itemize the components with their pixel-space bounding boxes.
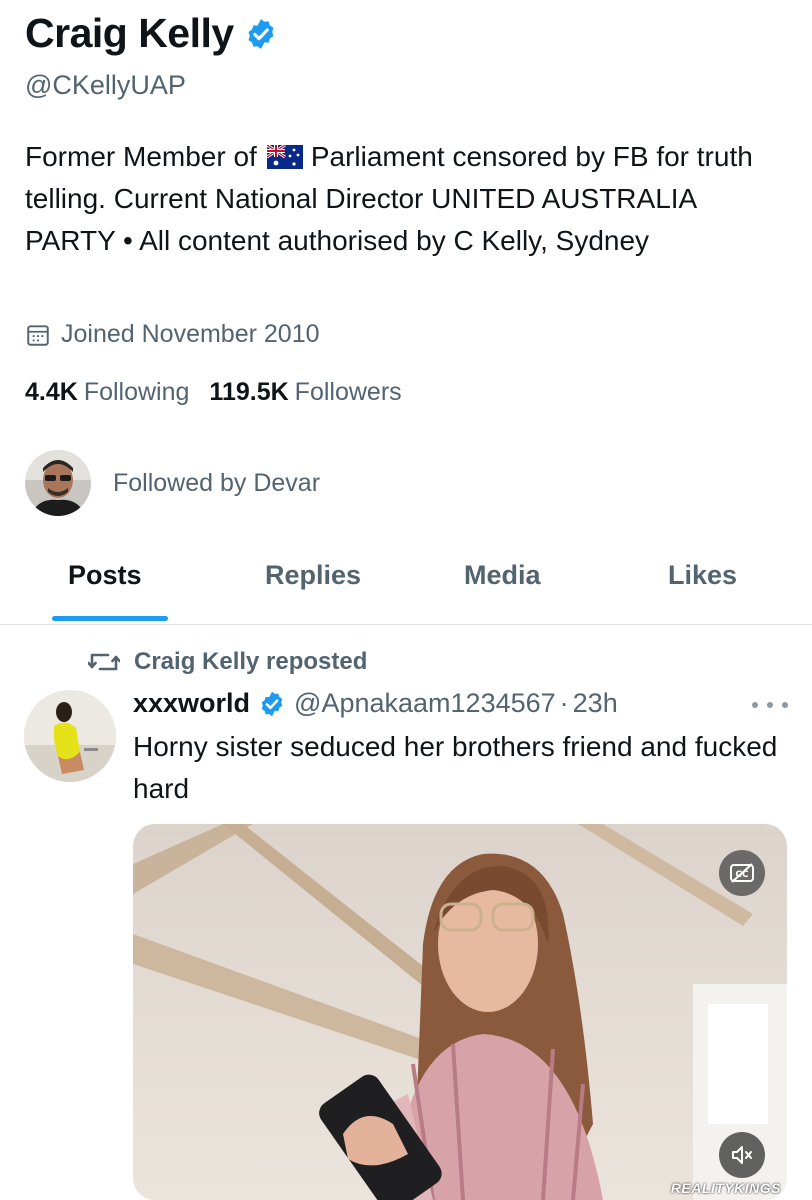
australia-flag-icon bbox=[266, 145, 303, 169]
video-watermark: REALITYKINGS bbox=[670, 1180, 781, 1196]
video-frame bbox=[133, 824, 787, 1200]
post-header: xxxworld @Apnakaam1234567 · 23h bbox=[133, 688, 618, 719]
active-tab-indicator bbox=[52, 616, 168, 621]
verified-badge-icon[interactable] bbox=[258, 690, 286, 718]
profile-display-name: Craig Kelly bbox=[25, 10, 234, 56]
repost-label: Craig Kelly reposted bbox=[134, 648, 368, 675]
verified-badge-icon[interactable] bbox=[244, 17, 278, 51]
repost-icon bbox=[88, 653, 120, 671]
bio-text-start: Former Member of bbox=[25, 141, 257, 172]
closed-captions-off-icon[interactable]: CC bbox=[719, 850, 765, 896]
followers-link[interactable]: 119.5K Followers bbox=[209, 378, 401, 407]
tab-likes[interactable]: Likes bbox=[668, 560, 737, 591]
post-meta-separator: · bbox=[559, 688, 569, 718]
profile-handle: @CKellyUAP bbox=[25, 70, 186, 100]
follower-avatar[interactable] bbox=[25, 450, 91, 516]
post-video[interactable]: CC REALITYKINGS bbox=[133, 824, 787, 1200]
tab-posts[interactable]: Posts bbox=[68, 560, 142, 591]
calendar-icon bbox=[27, 324, 49, 346]
volume-muted-icon[interactable] bbox=[719, 1132, 765, 1178]
post-text: Horny sister seduced her brothers friend… bbox=[133, 731, 778, 804]
more-dot bbox=[782, 702, 788, 708]
name-row: Craig Kelly bbox=[25, 10, 278, 57]
following-link[interactable]: 4.4K Following bbox=[25, 378, 189, 407]
tab-replies[interactable]: Replies bbox=[265, 560, 361, 591]
post-author-avatar[interactable] bbox=[24, 690, 116, 782]
post-author-handle[interactable]: @Apnakaam1234567 bbox=[294, 688, 556, 719]
followed-by-text: Followed by Devar bbox=[113, 468, 321, 497]
follow-stats: 4.4K Following 119.5K Followers bbox=[25, 378, 422, 407]
repost-indicator[interactable]: Craig Kelly reposted bbox=[88, 648, 367, 676]
tab-media[interactable]: Media bbox=[464, 560, 541, 591]
joined-text: Joined November 2010 bbox=[61, 320, 320, 348]
following-label: Following bbox=[83, 378, 190, 406]
profile-tabs: Posts Replies Media Likes bbox=[0, 540, 812, 625]
followers-count: 119.5K bbox=[209, 378, 289, 406]
post-timestamp[interactable]: 23h bbox=[573, 688, 618, 719]
more-dot bbox=[752, 702, 758, 708]
more-dot bbox=[767, 702, 773, 708]
post-more-options-button[interactable] bbox=[752, 692, 788, 718]
joined-date: Joined November 2010 bbox=[25, 320, 320, 349]
following-count: 4.4K bbox=[25, 378, 78, 406]
followed-by-row[interactable]: Followed by Devar bbox=[25, 450, 320, 516]
profile-bio: Former Member of Parliament censored by … bbox=[25, 136, 785, 262]
followers-label: Followers bbox=[294, 378, 402, 406]
post-author-name[interactable]: xxxworld bbox=[133, 688, 250, 719]
